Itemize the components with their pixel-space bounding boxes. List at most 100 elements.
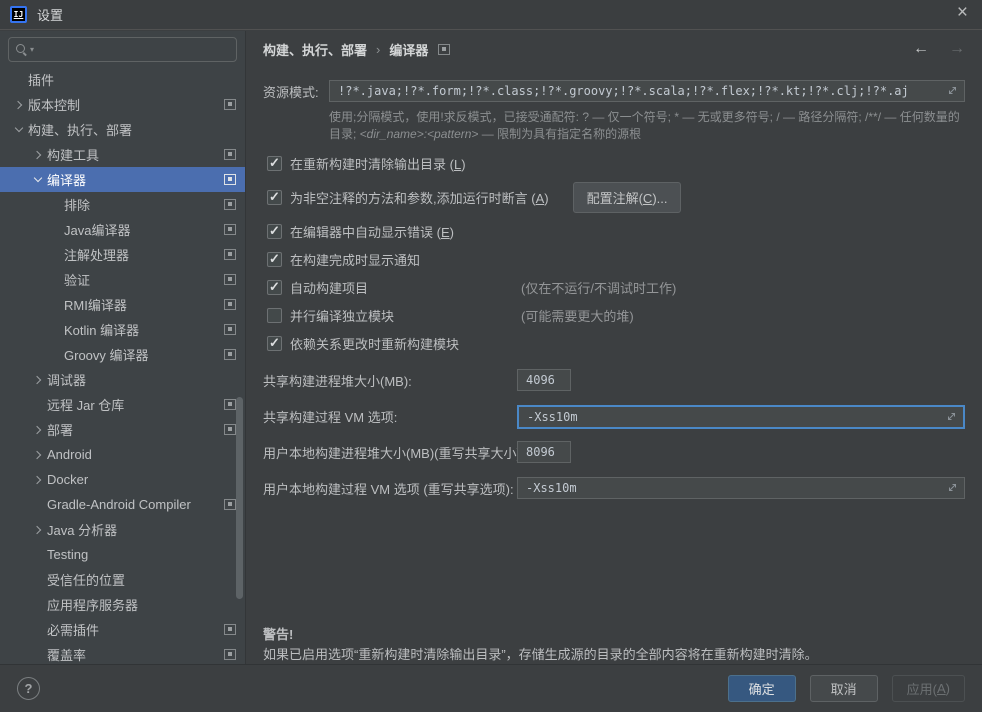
chevron-right-icon[interactable] bbox=[31, 147, 47, 163]
expand-icon[interactable] bbox=[947, 482, 958, 496]
search-icon bbox=[16, 44, 28, 56]
sidebar-item-groovy-compiler[interactable]: Groovy 编译器 bbox=[0, 342, 245, 367]
sidebar-item-label: 调试器 bbox=[47, 370, 86, 389]
sidebar-item-label: 覆盖率 bbox=[47, 645, 86, 664]
chevron-spacer bbox=[31, 497, 47, 513]
runtime-assertions-checkbox[interactable] bbox=[267, 190, 282, 205]
sidebar-item-label: Kotlin 编译器 bbox=[64, 320, 139, 339]
checkbox-label: 自动构建项目 bbox=[290, 278, 368, 297]
settings-page-icon bbox=[224, 99, 236, 110]
apply-button[interactable]: 应用(A) bbox=[892, 675, 965, 702]
sidebar-item-label: Gradle-Android Compiler bbox=[47, 497, 191, 512]
breadcrumb-parent[interactable]: 构建、执行、部署 bbox=[263, 40, 367, 59]
chevron-right-icon[interactable] bbox=[31, 447, 47, 463]
settings-sidebar: ▾ 插件 版本控制 构建、执行、部署 构建工具 编译器 排除 bbox=[0, 31, 245, 664]
settings-page-icon bbox=[224, 349, 236, 360]
chevron-spacer bbox=[48, 222, 64, 238]
sidebar-item-validation[interactable]: 验证 bbox=[0, 267, 245, 292]
sidebar-item-java-compiler[interactable]: Java编译器 bbox=[0, 217, 245, 242]
intellij-logo-icon: IJ bbox=[10, 6, 27, 23]
settings-page-icon bbox=[224, 499, 236, 510]
show-errors-checkbox[interactable] bbox=[267, 224, 282, 239]
field-row-user-vm-options: 用户本地构建过程 VM 选项 (重写共享选项): -Xss10m bbox=[263, 477, 965, 500]
checkbox-label: 并行编译独立模块 bbox=[290, 306, 394, 325]
sidebar-item-android[interactable]: Android bbox=[0, 442, 245, 467]
settings-page-icon bbox=[224, 274, 236, 285]
user-vm-options-input[interactable]: -Xss10m bbox=[517, 477, 965, 499]
chevron-right-icon[interactable] bbox=[31, 472, 47, 488]
settings-page-icon bbox=[438, 44, 450, 55]
user-vm-options-label: 用户本地构建过程 VM 选项 (重写共享选项): bbox=[263, 479, 514, 498]
user-heap-size-input[interactable]: 8096 bbox=[517, 441, 571, 463]
sidebar-item-compiler[interactable]: 编译器 bbox=[0, 167, 245, 192]
sidebar-item-debugger[interactable]: 调试器 bbox=[0, 367, 245, 392]
clear-output-checkbox[interactable] bbox=[267, 156, 282, 171]
chevron-spacer bbox=[31, 647, 47, 663]
ok-button[interactable]: 确定 bbox=[728, 675, 796, 702]
build-automatically-checkbox[interactable] bbox=[267, 280, 282, 295]
sidebar-item-coverage[interactable]: 覆盖率 bbox=[0, 642, 245, 664]
forward-arrow-icon[interactable]: → bbox=[949, 40, 965, 58]
search-input[interactable]: ▾ bbox=[8, 37, 237, 62]
close-icon[interactable]: × bbox=[957, 2, 968, 24]
user-heap-size-label: 用户本地构建进程堆大小(MB)(重写共享大小): bbox=[263, 443, 524, 462]
chevron-spacer bbox=[31, 622, 47, 638]
sidebar-item-java-profiler[interactable]: Java 分析器 bbox=[0, 517, 245, 542]
sidebar-item-label: 验证 bbox=[64, 270, 90, 289]
sidebar-item-testing[interactable]: Testing bbox=[0, 542, 245, 567]
parallel-compile-checkbox[interactable] bbox=[267, 308, 282, 323]
sidebar-item-gradle-android-compiler[interactable]: Gradle-Android Compiler bbox=[0, 492, 245, 517]
resource-patterns-input[interactable]: !?*.java;!?*.form;!?*.class;!?*.groovy;!… bbox=[329, 80, 965, 102]
sidebar-item-rmi-compiler[interactable]: RMI编译器 bbox=[0, 292, 245, 317]
shared-heap-size-input[interactable]: 4096 bbox=[517, 369, 571, 391]
shared-heap-size-label: 共享构建进程堆大小(MB): bbox=[263, 371, 412, 390]
shared-vm-options-input[interactable]: -Xss10m bbox=[517, 405, 965, 429]
chevron-down-icon[interactable] bbox=[12, 122, 28, 138]
sidebar-item-docker[interactable]: Docker bbox=[0, 467, 245, 492]
sidebar-item-version-control[interactable]: 版本控制 bbox=[0, 92, 245, 117]
checkbox-row-build-automatically: 自动构建项目 (仅在不运行/不调试时工作) bbox=[267, 278, 965, 297]
sidebar-item-build-tools[interactable]: 构建工具 bbox=[0, 142, 245, 167]
configure-annotations-button[interactable]: 配置注解(C)... bbox=[573, 182, 682, 213]
sidebar-item-required-plugins[interactable]: 必需插件 bbox=[0, 617, 245, 642]
sidebar-item-label: 注解处理器 bbox=[64, 245, 129, 264]
sidebar-item-label: 编译器 bbox=[47, 170, 86, 189]
chevron-spacer bbox=[31, 397, 47, 413]
sidebar-item-annotation-processors[interactable]: 注解处理器 bbox=[0, 242, 245, 267]
sidebar-item-label: 部署 bbox=[47, 420, 73, 439]
sidebar-item-remote-jar-repositories[interactable]: 远程 Jar 仓库 bbox=[0, 392, 245, 417]
chevron-right-icon[interactable] bbox=[31, 522, 47, 538]
sidebar-item-trusted-locations[interactable]: 受信任的位置 bbox=[0, 567, 245, 592]
expand-icon[interactable] bbox=[946, 411, 957, 425]
cancel-button[interactable]: 取消 bbox=[810, 675, 878, 702]
settings-page-icon bbox=[224, 224, 236, 235]
help-icon[interactable]: ? bbox=[17, 677, 40, 700]
sidebar-item-label: 排除 bbox=[64, 195, 90, 214]
checkbox-comment: (仅在不运行/不调试时工作) bbox=[521, 278, 676, 297]
chevron-down-icon[interactable] bbox=[31, 172, 47, 188]
chevron-right-icon[interactable] bbox=[12, 97, 28, 113]
sidebar-item-application-servers[interactable]: 应用程序服务器 bbox=[0, 592, 245, 617]
sidebar-item-kotlin-compiler[interactable]: Kotlin 编译器 bbox=[0, 317, 245, 342]
expand-icon[interactable] bbox=[947, 85, 958, 99]
chevron-right-icon[interactable] bbox=[31, 422, 47, 438]
chevron-spacer bbox=[31, 572, 47, 588]
back-arrow-icon[interactable]: ← bbox=[913, 40, 929, 58]
field-row-user-heap-size: 用户本地构建进程堆大小(MB)(重写共享大小): 8096 bbox=[263, 441, 965, 464]
sidebar-item-plugins[interactable]: 插件 bbox=[0, 67, 245, 92]
field-row-shared-heap-size: 共享构建进程堆大小(MB): 4096 bbox=[263, 369, 965, 392]
chevron-spacer bbox=[31, 597, 47, 613]
sidebar-item-build-execution-deployment[interactable]: 构建、执行、部署 bbox=[0, 117, 245, 142]
build-notification-checkbox[interactable] bbox=[267, 252, 282, 267]
sidebar-item-excludes[interactable]: 排除 bbox=[0, 192, 245, 217]
sidebar-item-label: 必需插件 bbox=[47, 620, 99, 639]
field-row-shared-vm-options: 共享构建过程 VM 选项: -Xss10m bbox=[263, 405, 965, 428]
checkbox-label: 依赖关系更改时重新构建模块 bbox=[290, 334, 459, 353]
rebuild-on-dependency-change-checkbox[interactable] bbox=[267, 336, 282, 351]
sidebar-item-label: 远程 Jar 仓库 bbox=[47, 395, 124, 414]
sidebar-scrollbar[interactable] bbox=[236, 397, 243, 599]
sidebar-item-label: Android bbox=[47, 447, 92, 462]
search-dropdown-icon[interactable]: ▾ bbox=[30, 45, 34, 54]
chevron-right-icon[interactable] bbox=[31, 372, 47, 388]
sidebar-item-deployment[interactable]: 部署 bbox=[0, 417, 245, 442]
